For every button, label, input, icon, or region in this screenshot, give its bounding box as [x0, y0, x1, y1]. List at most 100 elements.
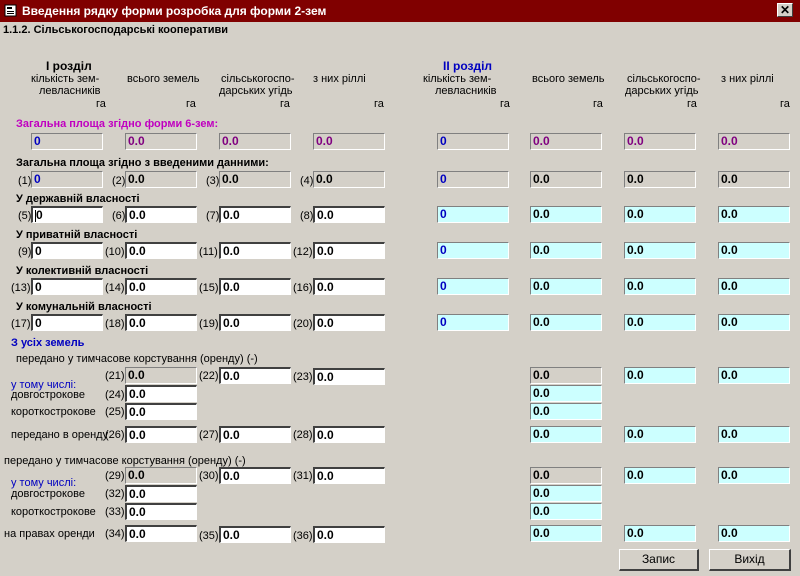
form6-arable-field: 0.0 [313, 133, 385, 150]
unit-label: га [780, 98, 790, 110]
collective-owners-field-2[interactable]: 0 [437, 278, 509, 295]
communal-total-input[interactable]: 0.0 [125, 314, 197, 331]
field-number: (33) [105, 506, 125, 518]
lease-out-agri-field-2[interactable]: 0.0 [624, 426, 696, 443]
rights-arable-field-2[interactable]: 0.0 [718, 525, 790, 542]
form-window: Введення рядку форми розробка для форми … [0, 0, 800, 576]
col-header-agri-1: сільськогоспо- [627, 73, 701, 85]
long-term1-field-2[interactable]: 0.0 [530, 385, 602, 402]
private-total-field-2[interactable]: 0.0 [530, 242, 602, 259]
communal-owners-field-2[interactable]: 0 [437, 314, 509, 331]
collective-total-input[interactable]: 0.0 [125, 278, 197, 295]
field-number: (22) [199, 370, 219, 382]
state-arable-field-2[interactable]: 0.0 [718, 206, 790, 223]
short-term1-field-2[interactable]: 0.0 [530, 403, 602, 420]
field-number: (18) [105, 318, 125, 330]
lease-out-total-field-2[interactable]: 0.0 [530, 426, 602, 443]
rights-agri-field-2[interactable]: 0.0 [624, 525, 696, 542]
col-header-owners-1: кількість зем- [31, 73, 100, 85]
exit-button[interactable]: Вихід [709, 549, 791, 571]
lease1-arable-input[interactable]: 0.0 [313, 368, 385, 385]
collective-total-field-2[interactable]: 0.0 [530, 278, 602, 295]
collective-arable-field-2[interactable]: 0.0 [718, 278, 790, 295]
state-total-field-2[interactable]: 0.0 [530, 206, 602, 223]
state-agri-field-2[interactable]: 0.0 [624, 206, 696, 223]
communal-agri-field-2[interactable]: 0.0 [624, 314, 696, 331]
lease-temp-label: передано у тимчасове корстування (оренду… [16, 353, 258, 365]
lease-out-label: передано в оренду [11, 429, 109, 441]
rights-agri-input[interactable]: 0.0 [219, 526, 291, 543]
long-term1-input[interactable]: 0.0 [125, 385, 197, 402]
communal-arable-input[interactable]: 0.0 [313, 314, 385, 331]
field-number: (29) [105, 470, 125, 482]
private-total-input[interactable]: 0.0 [125, 242, 197, 259]
state-arable-input[interactable]: 0.0 [313, 206, 385, 223]
form6-total-field-2: 0.0 [530, 133, 602, 150]
unit-label: га [593, 98, 603, 110]
group-all-lands-heading: З усіх земель [11, 337, 85, 349]
rights-arable-input[interactable]: 0.0 [313, 526, 385, 543]
group-state-heading: У державній власності [16, 193, 140, 205]
form6-owners-field-2: 0 [437, 133, 509, 150]
private-agri-input[interactable]: 0.0 [219, 242, 291, 259]
private-arable-field-2[interactable]: 0.0 [718, 242, 790, 259]
communal-agri-input[interactable]: 0.0 [219, 314, 291, 331]
field-number: (14) [105, 282, 125, 294]
short-term1-input[interactable]: 0.0 [125, 403, 197, 420]
save-button[interactable]: Запис [619, 549, 699, 571]
lease1-agri-input[interactable]: 0.0 [219, 367, 291, 384]
lease-out-total-input[interactable]: 0.0 [125, 426, 197, 443]
field-number: (24) [105, 389, 125, 401]
state-owners-value: 0 [36, 208, 43, 222]
state-agri-input[interactable]: 0.0 [219, 206, 291, 223]
short-term2-field-2[interactable]: 0.0 [530, 503, 602, 520]
rights-total-input[interactable]: 0.0 [125, 525, 197, 542]
short-term2-input[interactable]: 0.0 [125, 503, 197, 520]
lease2-agri-input[interactable]: 0.0 [219, 467, 291, 484]
communal-arable-field-2[interactable]: 0.0 [718, 314, 790, 331]
private-owners-field-2[interactable]: 0 [437, 242, 509, 259]
lease2-arable-input[interactable]: 0.0 [313, 467, 385, 484]
private-agri-field-2[interactable]: 0.0 [624, 242, 696, 259]
form6-arable-field-2: 0.0 [718, 133, 790, 150]
field-number: (3) [206, 175, 220, 187]
entered-agri-field-2: 0.0 [624, 171, 696, 188]
lease-out-agri-input[interactable]: 0.0 [219, 426, 291, 443]
lease1-total-field: 0.0 [125, 367, 197, 384]
field-number: (32) [105, 488, 125, 500]
lease1-arable-field-2[interactable]: 0.0 [718, 367, 790, 384]
collective-arable-input[interactable]: 0.0 [313, 278, 385, 295]
entered-arable-field-2: 0.0 [718, 171, 790, 188]
state-total-input[interactable]: 0.0 [125, 206, 197, 223]
window-title: Введення рядку форми розробка для форми … [22, 4, 327, 18]
field-number: (28) [293, 429, 313, 441]
lease2-arable-field-2[interactable]: 0.0 [718, 467, 790, 484]
field-number: (10) [105, 246, 125, 258]
long-term2-input[interactable]: 0.0 [125, 485, 197, 502]
col-header-owners-1: кількість зем- [423, 73, 492, 85]
collective-agri-input[interactable]: 0.0 [219, 278, 291, 295]
state-owners-field-2[interactable]: 0 [437, 206, 509, 223]
col-header-total: всього земель [532, 73, 605, 85]
collective-agri-field-2[interactable]: 0.0 [624, 278, 696, 295]
field-number: (5) [18, 210, 32, 222]
collective-owners-input[interactable]: 0 [31, 278, 103, 295]
lease2-agri-field-2[interactable]: 0.0 [624, 467, 696, 484]
field-number: (4) [300, 175, 314, 187]
field-number: (12) [293, 246, 313, 258]
form6-owners-field: 0 [31, 133, 103, 150]
lease-out-arable-input[interactable]: 0.0 [313, 426, 385, 443]
state-owners-input[interactable]: 0 [31, 206, 103, 223]
private-owners-input[interactable]: 0 [31, 242, 103, 259]
private-arable-input[interactable]: 0.0 [313, 242, 385, 259]
communal-owners-input[interactable]: 0 [31, 314, 103, 331]
long-term2-field-2[interactable]: 0.0 [530, 485, 602, 502]
lease1-agri-field-2[interactable]: 0.0 [624, 367, 696, 384]
short-term-label-2: короткострокове [11, 506, 96, 518]
lease-out-arable-field-2[interactable]: 0.0 [718, 426, 790, 443]
communal-total-field-2[interactable]: 0.0 [530, 314, 602, 331]
unit-label: га [374, 98, 384, 110]
rights-total-field-2[interactable]: 0.0 [530, 525, 602, 542]
entered-agri-field: 0.0 [219, 171, 291, 188]
close-button[interactable]: ✕ [777, 3, 793, 17]
